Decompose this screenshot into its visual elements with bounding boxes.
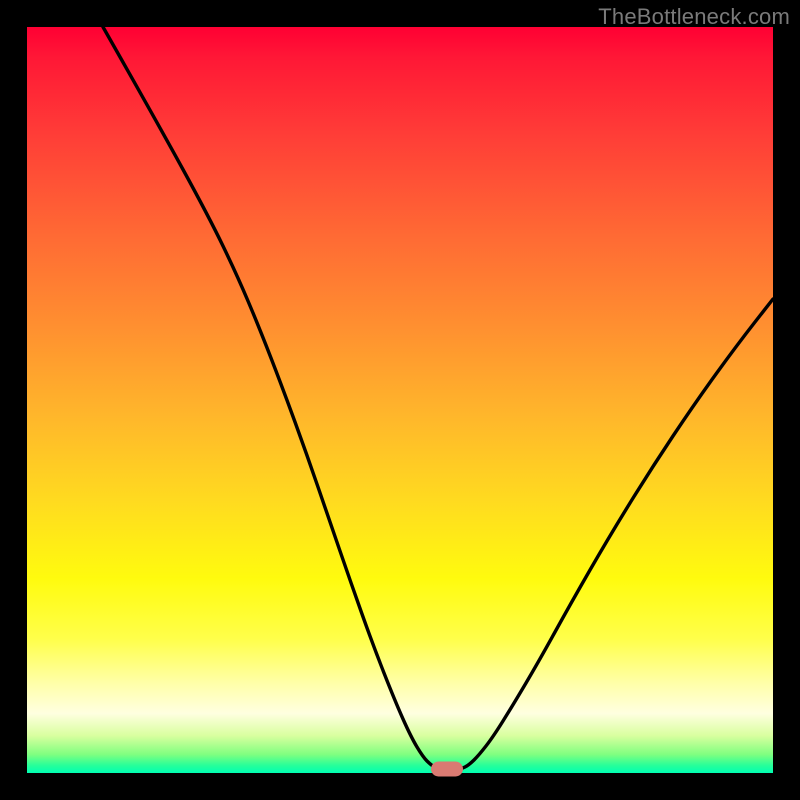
optimal-balance-marker <box>431 762 463 777</box>
chart-frame: TheBottleneck.com <box>0 0 800 800</box>
mismatch-curve <box>103 27 773 771</box>
mismatch-chart-svg <box>27 27 773 773</box>
watermark-text: TheBottleneck.com <box>598 4 790 30</box>
plot-area <box>27 27 773 773</box>
